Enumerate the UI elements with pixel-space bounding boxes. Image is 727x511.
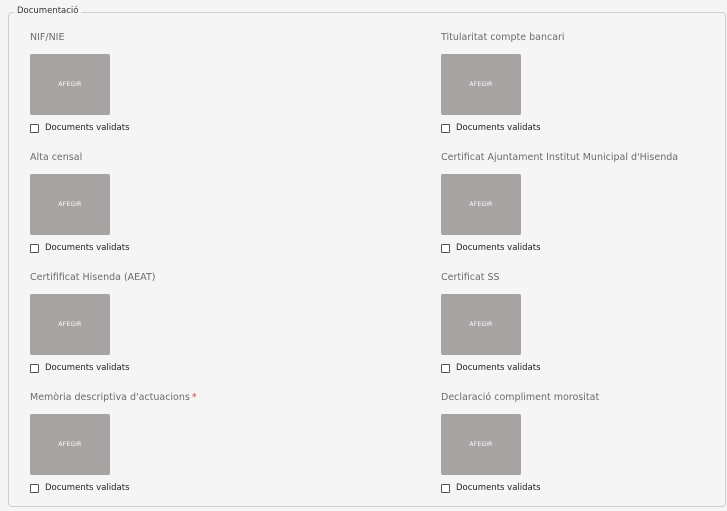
validated-checkbox[interactable] — [441, 124, 450, 133]
doc-label: Declaració compliment morositat — [441, 392, 600, 403]
doc-nif-nie: NIF/NIE AFEGIR Documents validats — [30, 31, 330, 151]
validated-checkbox-row[interactable]: Documents validats — [30, 243, 130, 254]
checkbox-label: Documents validats — [456, 483, 541, 493]
checkbox-label: Documents validats — [456, 243, 541, 253]
validated-checkbox[interactable] — [30, 244, 39, 253]
validated-checkbox-row[interactable]: Documents validats — [441, 123, 541, 134]
doc-label: Titularitat compte bancari — [441, 32, 565, 43]
checkbox-label: Documents validats — [456, 123, 541, 133]
doc-label: Certifificat Hisenda (AEAT) — [30, 272, 156, 283]
doc-declaracio-morositat: Declaració compliment morositat AFEGIR D… — [441, 391, 727, 511]
doc-label: Certificat Ajuntament Institut Municipal… — [441, 152, 679, 163]
validated-checkbox-row[interactable]: Documents validats — [30, 483, 130, 494]
doc-certificat-ajuntament: Certificat Ajuntament Institut Municipal… — [441, 151, 727, 271]
checkbox-label: Documents validats — [45, 483, 130, 493]
add-button[interactable]: AFEGIR — [30, 54, 110, 115]
checkbox-label: Documents validats — [45, 243, 130, 253]
doc-label: NIF/NIE — [30, 32, 65, 43]
doc-label: Certificat SS — [441, 272, 500, 283]
validated-checkbox-row[interactable]: Documents validats — [441, 483, 541, 494]
doc-titularitat-compte: Titularitat compte bancari AFEGIR Docume… — [441, 31, 727, 151]
validated-checkbox-row[interactable]: Documents validats — [441, 243, 541, 254]
doc-alta-censal: Alta censal AFEGIR Documents validats — [30, 151, 330, 271]
doc-memoria-descriptiva: Memòria descriptiva d'actuacions * AFEGIR… — [30, 391, 330, 511]
doc-certificat-hisenda: Certifificat Hisenda (AEAT) AFEGIR Docum… — [30, 271, 330, 391]
validated-checkbox[interactable] — [30, 124, 39, 133]
add-button[interactable]: AFEGIR — [441, 294, 521, 355]
add-button[interactable]: AFEGIR — [30, 294, 110, 355]
add-button[interactable]: AFEGIR — [441, 414, 521, 475]
checkbox-label: Documents validats — [45, 363, 130, 373]
validated-checkbox[interactable] — [30, 484, 39, 493]
checkbox-label: Documents validats — [456, 363, 541, 373]
doc-label: Alta censal — [30, 152, 83, 163]
add-button[interactable]: AFEGIR — [30, 174, 110, 235]
validated-checkbox-row[interactable]: Documents validats — [441, 363, 541, 374]
section-legend: Documentació — [14, 5, 82, 17]
add-button[interactable]: AFEGIR — [30, 414, 110, 475]
validated-checkbox[interactable] — [441, 364, 450, 373]
validated-checkbox[interactable] — [441, 484, 450, 493]
checkbox-label: Documents validats — [45, 123, 130, 133]
required-asterisk: * — [191, 392, 197, 403]
doc-label-text: Memòria descriptiva d'actuacions — [30, 392, 190, 403]
validated-checkbox-row[interactable]: Documents validats — [30, 123, 130, 134]
validated-checkbox[interactable] — [30, 364, 39, 373]
add-button[interactable]: AFEGIR — [441, 174, 521, 235]
add-button[interactable]: AFEGIR — [441, 54, 521, 115]
doc-label: Memòria descriptiva d'actuacions * — [30, 391, 197, 404]
validated-checkbox[interactable] — [441, 244, 450, 253]
validated-checkbox-row[interactable]: Documents validats — [30, 363, 130, 374]
doc-certificat-ss: Certificat SS AFEGIR Documents validats — [441, 271, 727, 391]
